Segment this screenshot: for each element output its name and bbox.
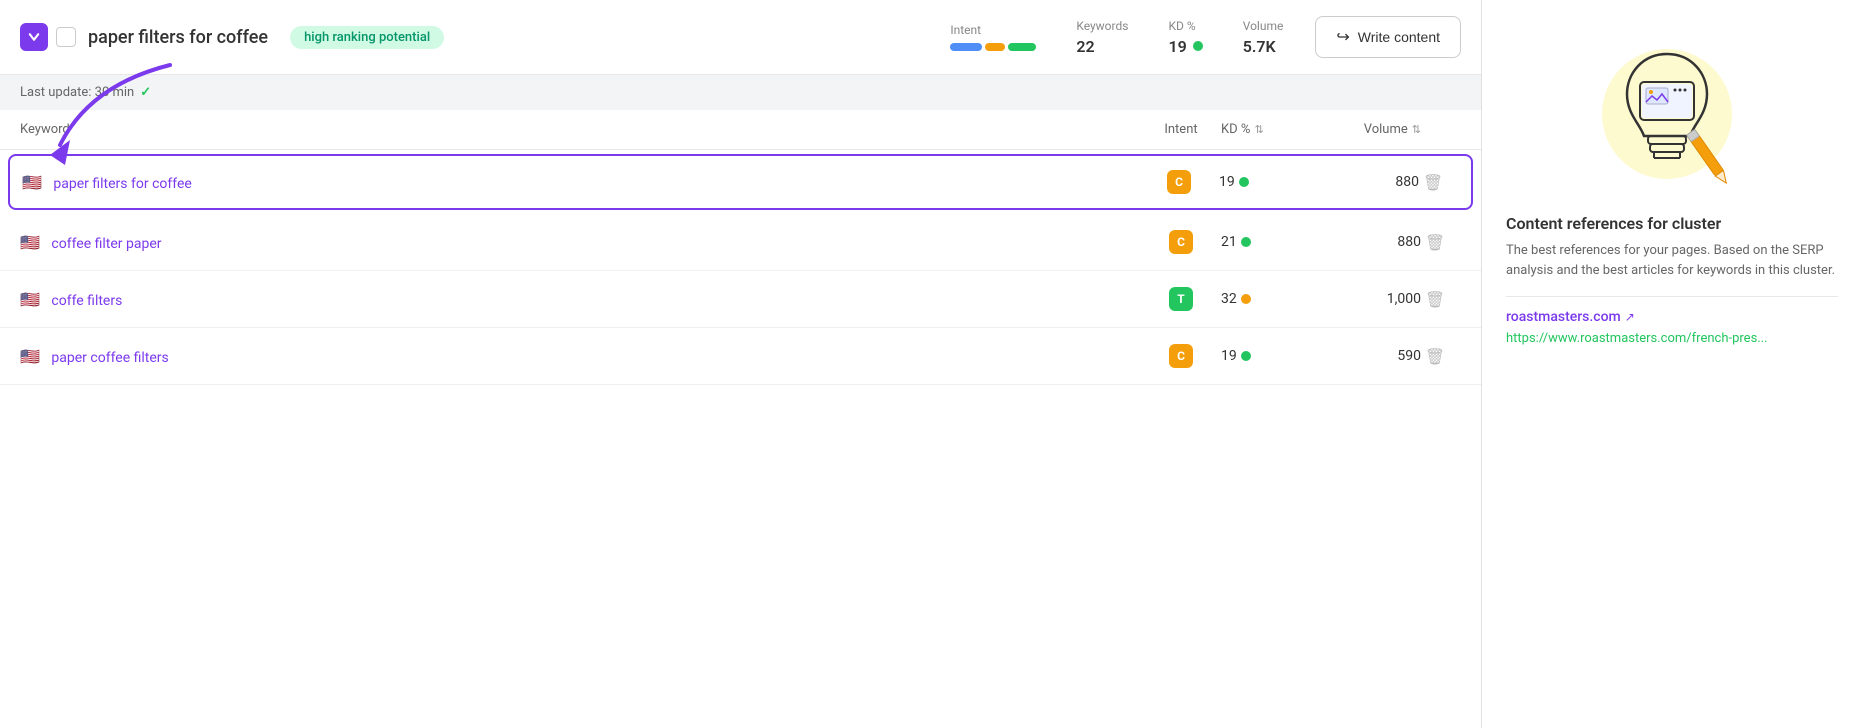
volume-value: 880 — [1397, 234, 1421, 250]
volume-sort-icon[interactable]: ⇅ — [1412, 123, 1421, 136]
volume-cell: 1,000 — [1321, 291, 1421, 307]
intent-bar-transactional — [1008, 43, 1036, 51]
intent-badge: C — [1169, 230, 1193, 254]
kd-cell: 32 — [1221, 291, 1321, 307]
intent-cell: C — [1141, 344, 1221, 368]
external-link-icon: ↗ — [1625, 310, 1635, 324]
cluster-title: paper filters for coffee — [88, 27, 268, 48]
header-row: paper filters for coffee high ranking po… — [0, 0, 1481, 75]
kd-dot — [1239, 177, 1249, 187]
volume-cell: 590 — [1321, 348, 1421, 364]
intent-cell: T — [1141, 287, 1221, 311]
flag-icon: 🇺🇸 — [20, 233, 40, 252]
keyword-link[interactable]: paper coffee filters — [51, 350, 168, 366]
keyword-cell: 🇺🇸 paper coffee filters — [20, 347, 1141, 366]
action-cell: 🗑 — [1419, 168, 1459, 196]
kd-value: 21 — [1221, 234, 1237, 250]
table-row[interactable]: 🇺🇸 coffee filter paper C 21 880 🗑 — [0, 214, 1481, 271]
delete-button[interactable]: 🗑 — [1421, 228, 1449, 256]
kd-cell: 19 — [1219, 174, 1319, 190]
write-icon: ↪ — [1336, 27, 1349, 47]
keyword-cell: 🇺🇸 paper filters for coffee — [22, 173, 1139, 192]
kd-sort-icon[interactable]: ⇅ — [1254, 123, 1263, 136]
delete-button[interactable]: 🗑 — [1421, 342, 1449, 370]
volume-group: Volume 5.7K — [1243, 19, 1284, 56]
divider — [1506, 296, 1838, 297]
volume-value: 880 — [1395, 174, 1419, 190]
keyword-link[interactable]: coffe filters — [51, 293, 122, 309]
last-update-bar: Last update: 30 min ✓ — [0, 75, 1481, 110]
keyword-cell: 🇺🇸 coffee filter paper — [20, 233, 1141, 252]
intent-bar-commercial — [985, 43, 1005, 51]
flag-icon: 🇺🇸 — [20, 290, 40, 309]
volume-label: Volume — [1243, 19, 1284, 33]
intent-badge: T — [1169, 287, 1193, 311]
delete-button[interactable]: 🗑 — [1421, 285, 1449, 313]
flag-icon: 🇺🇸 — [22, 173, 42, 192]
intent-cell: C — [1141, 230, 1221, 254]
header-meta: Intent Keywords 22 KD % 19 — [950, 19, 1283, 56]
kd-cell: 19 — [1221, 348, 1321, 364]
table-row[interactable]: 🇺🇸 paper coffee filters C 19 590 🗑 — [0, 328, 1481, 385]
select-all-checkbox[interactable] — [56, 27, 76, 47]
content-ref-desc: The best references for your pages. Base… — [1506, 241, 1838, 280]
intent-badge: C — [1167, 170, 1191, 194]
kd-cell: 21 — [1221, 234, 1321, 250]
intent-badge: C — [1169, 344, 1193, 368]
kd-value: 19 — [1168, 37, 1202, 56]
keyword-link[interactable]: paper filters for coffee — [53, 176, 191, 192]
kd-dot — [1193, 41, 1203, 51]
collapse-button[interactable] — [20, 23, 48, 51]
kd-dot — [1241, 351, 1251, 361]
chevron-down-icon — [27, 30, 41, 44]
intent-group: Intent — [950, 23, 1036, 51]
action-cell: 🗑 — [1421, 342, 1461, 370]
keywords-group: Keywords 22 — [1076, 19, 1128, 56]
volume-value: 590 — [1397, 348, 1421, 364]
table-body: 🇺🇸 paper filters for coffee C 19 880 🗑 🇺… — [0, 154, 1481, 385]
col-header-volume: Volume ⇅ — [1321, 122, 1421, 137]
kd-dot — [1241, 294, 1251, 304]
update-check-icon: ✓ — [140, 85, 151, 100]
keywords-value: 22 — [1076, 37, 1094, 56]
kd-value: 19 — [1221, 348, 1237, 364]
last-update-text: Last update: 30 min — [20, 85, 134, 100]
kd-label: KD % — [1168, 19, 1195, 33]
reference-link[interactable]: roastmasters.com ↗ — [1506, 309, 1838, 325]
col-header-kd: KD % ⇅ — [1221, 122, 1321, 137]
col-header-keyword: Keyword — [20, 122, 1141, 137]
illustration-area — [1506, 24, 1838, 194]
flag-icon: 🇺🇸 — [20, 347, 40, 366]
volume-value: 1,000 — [1387, 291, 1421, 307]
action-cell: 🗑 — [1421, 285, 1461, 313]
intent-label: Intent — [950, 23, 981, 37]
delete-button[interactable]: 🗑 — [1419, 168, 1447, 196]
table-row[interactable]: 🇺🇸 coffe filters T 32 1,000 🗑 — [0, 271, 1481, 328]
right-panel: Content references for cluster The best … — [1482, 0, 1862, 728]
kd-dot — [1241, 237, 1251, 247]
kd-group: KD % 19 — [1168, 19, 1202, 56]
reference-url: https://www.roastmasters.com/french-pres… — [1506, 331, 1838, 346]
action-cell: 🗑 — [1421, 228, 1461, 256]
write-content-button[interactable]: ↪ Write content — [1315, 16, 1461, 58]
ranking-badge: high ranking potential — [290, 26, 444, 49]
keywords-label: Keywords — [1076, 19, 1128, 33]
table-header: Keyword Intent KD % ⇅ Volume ⇅ — [0, 110, 1481, 150]
intent-cell: C — [1139, 170, 1219, 194]
checkbox-area — [20, 23, 76, 51]
content-ref-title: Content references for cluster — [1506, 214, 1838, 233]
volume-cell: 880 — [1319, 174, 1419, 190]
col-header-intent: Intent — [1141, 122, 1221, 137]
keyword-link[interactable]: coffee filter paper — [51, 236, 161, 252]
intent-bar-informational — [950, 43, 982, 51]
volume-value: 5.7K — [1243, 37, 1276, 56]
intent-bars — [950, 43, 1036, 51]
keyword-cell: 🇺🇸 coffe filters — [20, 290, 1141, 309]
bulb-illustration — [1582, 24, 1762, 194]
kd-value: 19 — [1219, 174, 1235, 190]
kd-value: 32 — [1221, 291, 1237, 307]
volume-cell: 880 — [1321, 234, 1421, 250]
table-row[interactable]: 🇺🇸 paper filters for coffee C 19 880 🗑 — [8, 154, 1473, 210]
